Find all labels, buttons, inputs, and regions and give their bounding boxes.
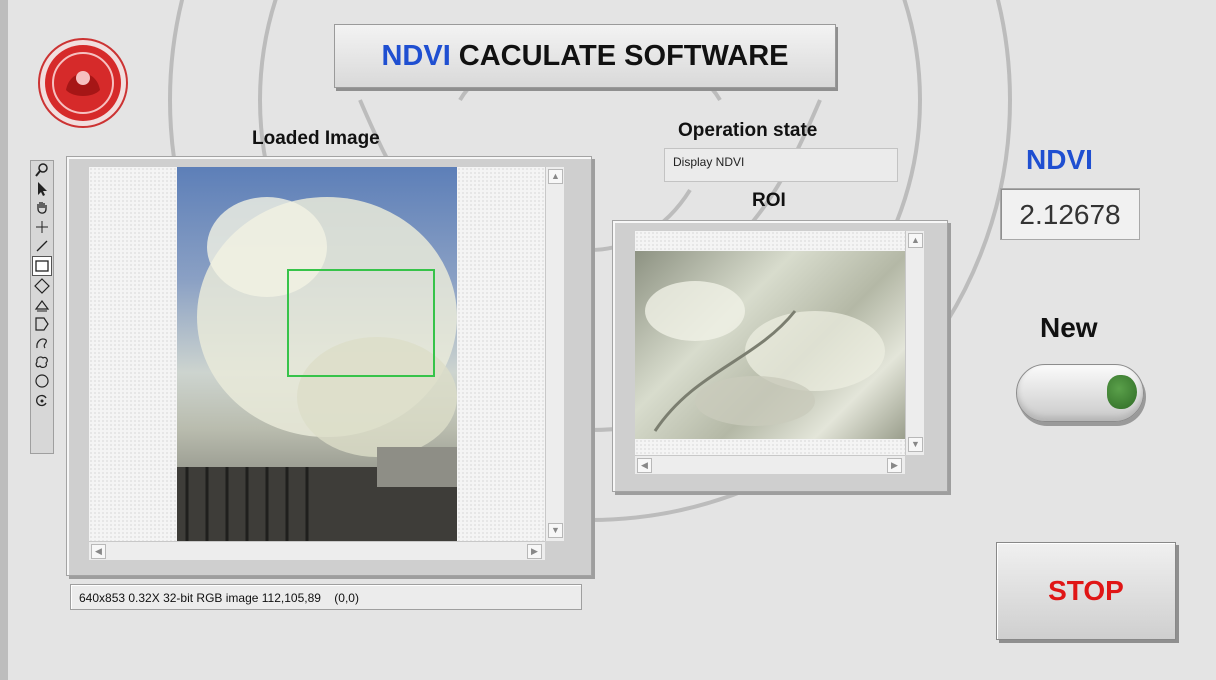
- rotate-icon[interactable]: [32, 391, 52, 409]
- rotated-rectangle-icon[interactable]: [32, 277, 52, 295]
- line-icon[interactable]: [32, 237, 52, 255]
- pan-hand-icon[interactable]: [32, 199, 52, 217]
- image-vertical-scrollbar[interactable]: ▲ ▼: [545, 167, 564, 541]
- title-accent: NDVI: [381, 39, 451, 72]
- ndvi-label: NDVI: [1026, 144, 1093, 175]
- ir-tree-photo: [177, 167, 457, 541]
- loaded-image-label: Loaded Image: [252, 128, 380, 149]
- roi-image-display[interactable]: ▲ ▼ ◀ ▶: [612, 220, 948, 492]
- annulus-icon[interactable]: [32, 296, 52, 314]
- roi-selection-rectangle[interactable]: [287, 269, 435, 377]
- new-label: New: [1040, 312, 1098, 343]
- roi-canvas[interactable]: [635, 231, 905, 455]
- loaded-image-display[interactable]: ▲ ▼ ◀ ▶: [66, 156, 592, 576]
- rectangle-icon[interactable]: [32, 256, 52, 276]
- roi-label: ROI: [752, 190, 786, 211]
- scroll-right-arrow-icon[interactable]: ▶: [527, 544, 542, 559]
- freehand-icon[interactable]: [32, 334, 52, 352]
- university-logo: [38, 38, 128, 128]
- window-left-border: [0, 0, 8, 680]
- ndvi-value-indicator: 2.12678: [1000, 188, 1140, 240]
- scroll-up-arrow-icon[interactable]: ▲: [548, 169, 563, 184]
- freehand-region-icon[interactable]: [32, 353, 52, 371]
- roi-horizontal-scrollbar[interactable]: ◀ ▶: [635, 455, 905, 474]
- select-arrow-icon[interactable]: [32, 180, 52, 198]
- crosshair-point-icon[interactable]: [32, 218, 52, 236]
- app-title: NDVI CACULATE SOFTWARE: [334, 24, 836, 88]
- stop-button[interactable]: STOP: [996, 542, 1176, 640]
- operation-state-label: Operation state: [678, 120, 818, 141]
- roi-scroll-left-arrow-icon[interactable]: ◀: [637, 458, 652, 473]
- scroll-down-arrow-icon[interactable]: ▼: [548, 523, 563, 538]
- oval-icon[interactable]: [32, 372, 52, 390]
- roi-scroll-right-arrow-icon[interactable]: ▶: [887, 458, 902, 473]
- roi-vertical-scrollbar[interactable]: ▲ ▼: [905, 231, 924, 455]
- scroll-left-arrow-icon[interactable]: ◀: [91, 544, 106, 559]
- title-text: CACULATE SOFTWARE: [458, 39, 789, 72]
- image-canvas[interactable]: [89, 167, 545, 541]
- new-button[interactable]: [1016, 364, 1144, 422]
- zoom-icon[interactable]: [32, 161, 52, 179]
- roi-scroll-up-arrow-icon[interactable]: ▲: [908, 233, 923, 248]
- image-tool-palette: [30, 160, 54, 454]
- roi-scroll-down-arrow-icon[interactable]: ▼: [908, 437, 923, 452]
- polygon-icon[interactable]: [32, 315, 52, 333]
- image-horizontal-scrollbar[interactable]: ◀ ▶: [89, 541, 545, 560]
- image-info-status-bar: 640x853 0.32X 32-bit RGB image 112,105,8…: [70, 584, 582, 610]
- new-led-indicator: [1107, 375, 1137, 409]
- roi-crop-photo: [635, 251, 905, 439]
- operation-state-field: Display NDVI: [664, 148, 898, 182]
